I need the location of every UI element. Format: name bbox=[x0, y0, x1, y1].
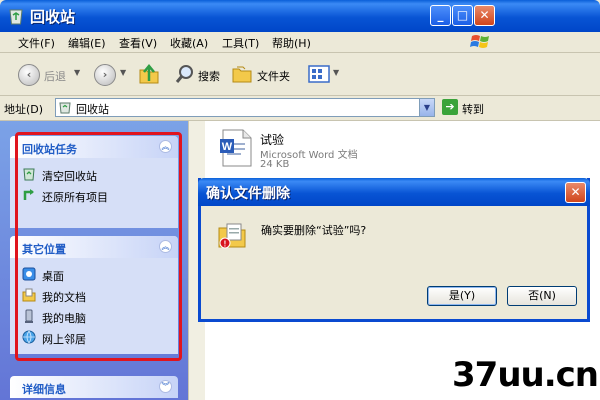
address-value: 回收站 bbox=[76, 103, 109, 116]
restore-all-items-link[interactable]: 还原所有项目 bbox=[10, 185, 178, 206]
dialog-message: 确实要删除“试验”吗? bbox=[261, 224, 367, 237]
search-button[interactable]: 搜索 bbox=[198, 68, 220, 84]
recycle-bin-tasks-group: 回收站任务 ︽ 清空回收站 还原所有项目 bbox=[10, 136, 178, 228]
group-title: 回收站任务 bbox=[22, 143, 77, 156]
menu-help[interactable]: 帮助(H) bbox=[272, 35, 311, 51]
yes-button[interactable]: 是(Y) bbox=[427, 286, 497, 306]
group-title: 其它位置 bbox=[22, 243, 66, 256]
other-places-header[interactable]: 其它位置 ︽ bbox=[10, 236, 178, 258]
desktop-icon bbox=[22, 267, 36, 281]
toolbar: ‹ 后退 ▼ › ▼ 搜索 文件夹 ▼ bbox=[0, 53, 600, 96]
close-button[interactable]: ✕ bbox=[474, 5, 495, 26]
place-my-documents-link[interactable]: 我的文档 bbox=[10, 285, 178, 306]
back-label: 后退 bbox=[44, 70, 66, 83]
address-bar: 地址(D) 回收站 ▼ ➔ 转到 bbox=[0, 96, 600, 121]
collapse-chevron-icon[interactable]: ︽ bbox=[159, 240, 172, 253]
menu-view[interactable]: 查看(V) bbox=[119, 35, 157, 51]
recycle-bin-small-icon bbox=[59, 102, 71, 114]
views-icon[interactable] bbox=[308, 64, 330, 84]
link-label: 桌面 bbox=[42, 270, 64, 283]
recycle-bin-tasks-header[interactable]: 回收站任务 ︽ bbox=[10, 136, 178, 158]
windows-logo-icon bbox=[470, 35, 489, 48]
no-button[interactable]: 否(N) bbox=[507, 286, 577, 306]
expand-chevron-icon[interactable]: ︾ bbox=[159, 380, 172, 393]
link-label: 网上邻居 bbox=[42, 333, 86, 346]
explorer-window: 回收站 _ □ ✕ 文件(F) 编辑(E) 查看(V) 收藏(A) 工具(T) … bbox=[0, 0, 600, 400]
forward-dropdown-icon[interactable]: ▼ bbox=[120, 68, 126, 77]
delete-file-warning-icon: ! bbox=[218, 223, 246, 249]
go-button[interactable]: ➔ bbox=[442, 99, 458, 115]
menu-file[interactable]: 文件(F) bbox=[18, 35, 55, 51]
search-icon[interactable] bbox=[175, 64, 195, 84]
link-label: 清空回收站 bbox=[42, 170, 97, 183]
other-places-group: 其它位置 ︽ 桌面 我的文档 我的电脑 网上邻居 bbox=[10, 236, 178, 354]
views-dropdown-icon[interactable]: ▼ bbox=[333, 68, 339, 77]
back-arrow-icon: ‹ bbox=[26, 68, 32, 81]
chevron-down-icon: ▼ bbox=[423, 103, 431, 112]
link-label: 还原所有项目 bbox=[42, 191, 108, 204]
svg-text:W: W bbox=[222, 141, 233, 153]
group-title: 详细信息 bbox=[22, 383, 66, 396]
network-places-icon bbox=[22, 330, 36, 344]
restore-icon bbox=[23, 189, 34, 200]
site-watermark: 37uu.cn bbox=[452, 355, 599, 395]
link-label: 我的电脑 bbox=[42, 312, 86, 325]
confirm-delete-dialog: 确认文件删除 ✕ ! 确实要删除“试验”吗? 是(Y) 否(N) bbox=[198, 178, 590, 322]
place-network-link[interactable]: 网上邻居 bbox=[10, 327, 178, 348]
recycle-bin-icon bbox=[9, 9, 23, 25]
address-dropdown-button[interactable]: ▼ bbox=[419, 99, 434, 116]
folders-button[interactable]: 文件夹 bbox=[257, 68, 290, 84]
title-bar[interactable]: 回收站 _ □ ✕ bbox=[0, 0, 600, 32]
link-label: 我的文档 bbox=[42, 291, 86, 304]
forward-arrow-icon: › bbox=[102, 68, 108, 81]
svg-text:!: ! bbox=[224, 240, 227, 249]
empty-recycle-bin-link[interactable]: 清空回收站 bbox=[10, 164, 178, 185]
collapse-chevron-icon[interactable]: ︽ bbox=[159, 140, 172, 153]
menu-tools[interactable]: 工具(T) bbox=[222, 35, 259, 51]
back-dropdown-icon[interactable]: ▼ bbox=[74, 68, 80, 77]
close-icon: ✕ bbox=[570, 185, 581, 199]
place-my-computer-link[interactable]: 我的电脑 bbox=[10, 306, 178, 327]
address-input[interactable]: 回收站 ▼ bbox=[55, 98, 435, 117]
maximize-icon: □ bbox=[456, 8, 469, 22]
details-header[interactable]: 详细信息 ︾ bbox=[10, 376, 178, 398]
my-documents-icon bbox=[22, 288, 36, 302]
back-button[interactable]: ‹ bbox=[18, 64, 40, 86]
window-title: 回收站 bbox=[30, 8, 76, 26]
maximize-button[interactable]: □ bbox=[452, 5, 473, 26]
place-desktop-link[interactable]: 桌面 bbox=[10, 264, 178, 285]
my-computer-icon bbox=[25, 309, 33, 323]
close-icon: ✕ bbox=[479, 8, 490, 22]
minimize-icon: _ bbox=[437, 8, 444, 22]
go-arrow-icon: ➔ bbox=[445, 100, 455, 113]
menu-bar: 文件(F) 编辑(E) 查看(V) 收藏(A) 工具(T) 帮助(H) bbox=[0, 32, 600, 53]
file-size: 24 KB bbox=[260, 159, 290, 170]
folders-icon[interactable] bbox=[232, 64, 254, 84]
minimize-button[interactable]: _ bbox=[430, 5, 451, 26]
go-label[interactable]: 转到 bbox=[462, 101, 484, 117]
dialog-title-bar[interactable]: 确认文件删除 ✕ bbox=[198, 178, 590, 206]
dialog-title: 确认文件删除 bbox=[206, 186, 290, 202]
forward-button[interactable]: › bbox=[94, 64, 116, 86]
dialog-close-button[interactable]: ✕ bbox=[565, 182, 586, 203]
empty-recycle-bin-icon bbox=[23, 168, 35, 181]
word-document-icon: W bbox=[220, 129, 252, 167]
menu-favorites[interactable]: 收藏(A) bbox=[170, 35, 208, 51]
address-label: 地址(D) bbox=[4, 103, 44, 116]
menu-edit[interactable]: 编辑(E) bbox=[68, 35, 106, 51]
up-folder-icon[interactable] bbox=[138, 63, 160, 85]
